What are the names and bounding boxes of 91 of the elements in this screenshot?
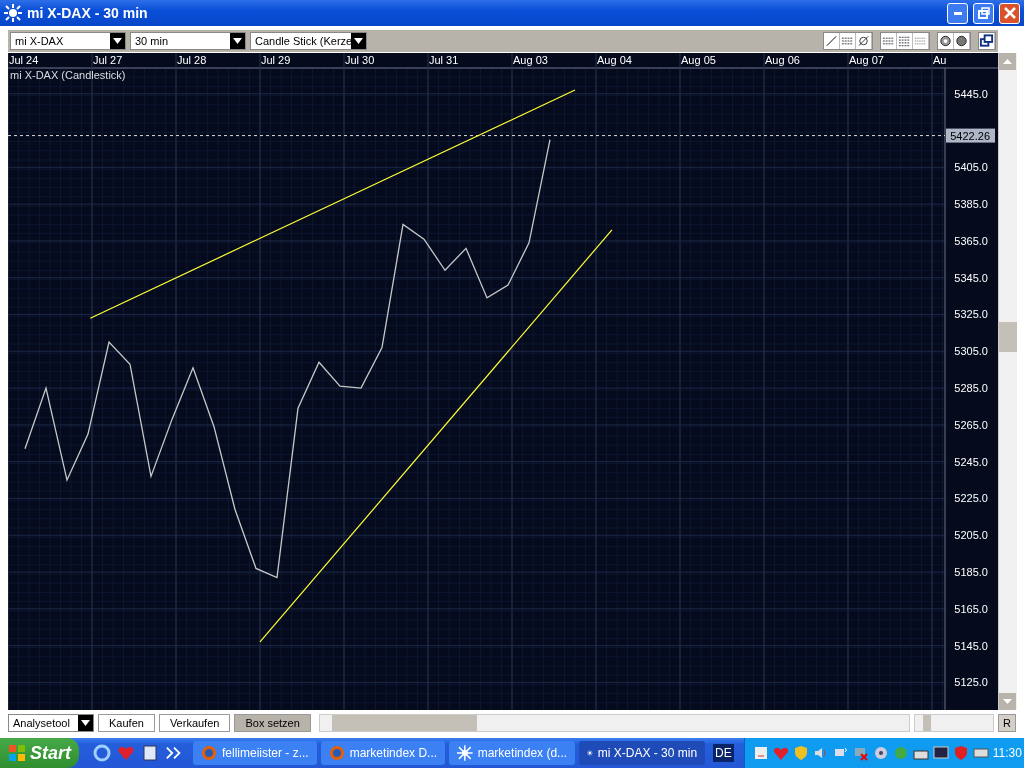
price-label: 5445.0: [954, 87, 988, 100]
minimize-icon: [953, 11, 962, 15]
disc-icon[interactable]: [872, 745, 889, 761]
star-icon: [457, 745, 473, 761]
caret-icon: [113, 38, 122, 44]
line-tool-icon: [824, 33, 839, 49]
start-button[interactable]: Start: [0, 738, 79, 768]
network-error-icon[interactable]: [852, 745, 869, 761]
vertical-scrollbar[interactable]: [998, 53, 1017, 710]
caret-icon: [1003, 699, 1012, 704]
caret-icon: [1003, 59, 1012, 64]
heart-icon[interactable]: [772, 745, 789, 761]
date-label: Aug 04: [597, 54, 632, 66]
price-label: 5365.0: [954, 234, 988, 247]
circle-slash-icon: [856, 33, 871, 49]
price-label: 5325.0: [954, 308, 988, 321]
price-label: 5145.0: [954, 639, 988, 652]
globe-icon: [201, 745, 217, 761]
horizontal-lines-button[interactable]: [840, 33, 856, 49]
price-label: 5405.0: [954, 161, 988, 174]
toolbar-button[interactable]: Box setzen: [234, 714, 311, 732]
circle-pattern-button[interactable]: [938, 33, 954, 49]
chart-type-dropdown[interactable]: Candle Stick (Kerze: [250, 32, 367, 50]
date-label: Jul 31: [429, 54, 459, 66]
date-label: Au: [933, 54, 947, 66]
ref-line-label: 5422.26: [950, 129, 990, 142]
close-icon: [1003, 7, 1016, 19]
symbol-dropdown[interactable]: mi X-DAX: [10, 32, 126, 50]
app-icon: [4, 4, 22, 22]
document-icon[interactable]: [141, 744, 159, 762]
price-label: 5285.0: [954, 382, 988, 395]
analysis-tool-dropdown[interactable]: Analysetool: [8, 714, 94, 732]
date-label: Aug 06: [765, 54, 800, 66]
horizontal-scrollbar[interactable]: [318, 714, 910, 732]
speaker-icon[interactable]: [812, 745, 829, 761]
taskbar-button[interactable]: fellimeiister - z...: [193, 741, 317, 765]
window-title: mi X-DAX - 30 min: [27, 5, 149, 21]
circle-pattern-button[interactable]: [954, 33, 970, 49]
globe-icon: [328, 745, 345, 761]
taskbar-button[interactable]: marketindex (d...: [449, 741, 576, 765]
caret-icon: [354, 38, 363, 44]
caret-icon: [81, 720, 90, 726]
date-label: Jul 27: [93, 54, 123, 66]
date-label: Jul 29: [261, 54, 291, 66]
restore-button[interactable]: [979, 33, 995, 49]
scroll-thumb[interactable]: [331, 715, 477, 731]
chevron-icon[interactable]: [165, 744, 183, 762]
date-label: Jul 24: [9, 54, 39, 66]
device-icon[interactable]: [972, 745, 989, 761]
monitor-icon[interactable]: [932, 745, 949, 761]
language-indicator[interactable]: DE: [713, 744, 734, 762]
toolbar-button[interactable]: Kaufen: [98, 714, 155, 732]
clock: 11:30: [992, 746, 1022, 760]
reset-button[interactable]: R: [998, 714, 1016, 732]
date-label: Aug 07: [849, 54, 884, 66]
taskbar-button[interactable]: mi X-DAX - 30 min: [579, 741, 706, 765]
circle-pattern-icon: [938, 33, 953, 49]
zoom-slider[interactable]: [914, 714, 994, 732]
interval-dropdown[interactable]: 30 min: [130, 32, 246, 50]
chart-title: mi X-DAX (Candlestick): [10, 69, 126, 81]
scroll-down-button[interactable]: [999, 693, 1016, 710]
grid-lines-button[interactable]: [897, 33, 913, 49]
price-label: 5205.0: [954, 529, 988, 542]
price-label: 5305.0: [954, 345, 988, 358]
date-label: Jul 30: [345, 54, 375, 66]
date-label: Aug 03: [513, 54, 548, 66]
grid-lines-button[interactable]: [881, 33, 897, 49]
price-label: 5245.0: [954, 455, 988, 468]
price-label: 5125.0: [954, 676, 988, 689]
date-label: Jul 28: [177, 54, 207, 66]
restore-icon: [977, 7, 990, 19]
close-button[interactable]: [999, 2, 1020, 24]
globe-icon[interactable]: [93, 744, 111, 762]
restore-icon: [979, 33, 994, 49]
scroll-thumb[interactable]: [999, 322, 1017, 352]
price-label: 5265.0: [954, 418, 988, 431]
price-label: 5225.0: [954, 492, 988, 505]
price-label: 5345.0: [954, 271, 988, 284]
circle-slash-button[interactable]: [856, 33, 872, 49]
line-tool-button[interactable]: [824, 33, 840, 49]
price-label: 5185.0: [954, 566, 988, 579]
price-label: 5385.0: [954, 198, 988, 211]
flag-logo-icon: [8, 744, 26, 762]
taskbar-button[interactable]: marketindex D...: [320, 741, 446, 765]
caret-icon: [233, 38, 242, 44]
price-label: 5165.0: [954, 602, 988, 615]
toolbar-button[interactable]: Verkaufen: [158, 714, 231, 732]
slider-thumb[interactable]: [923, 715, 932, 731]
circle-pattern-icon: [954, 33, 969, 49]
minimize-button[interactable]: [947, 2, 968, 24]
date-label: Aug 05: [681, 54, 716, 66]
